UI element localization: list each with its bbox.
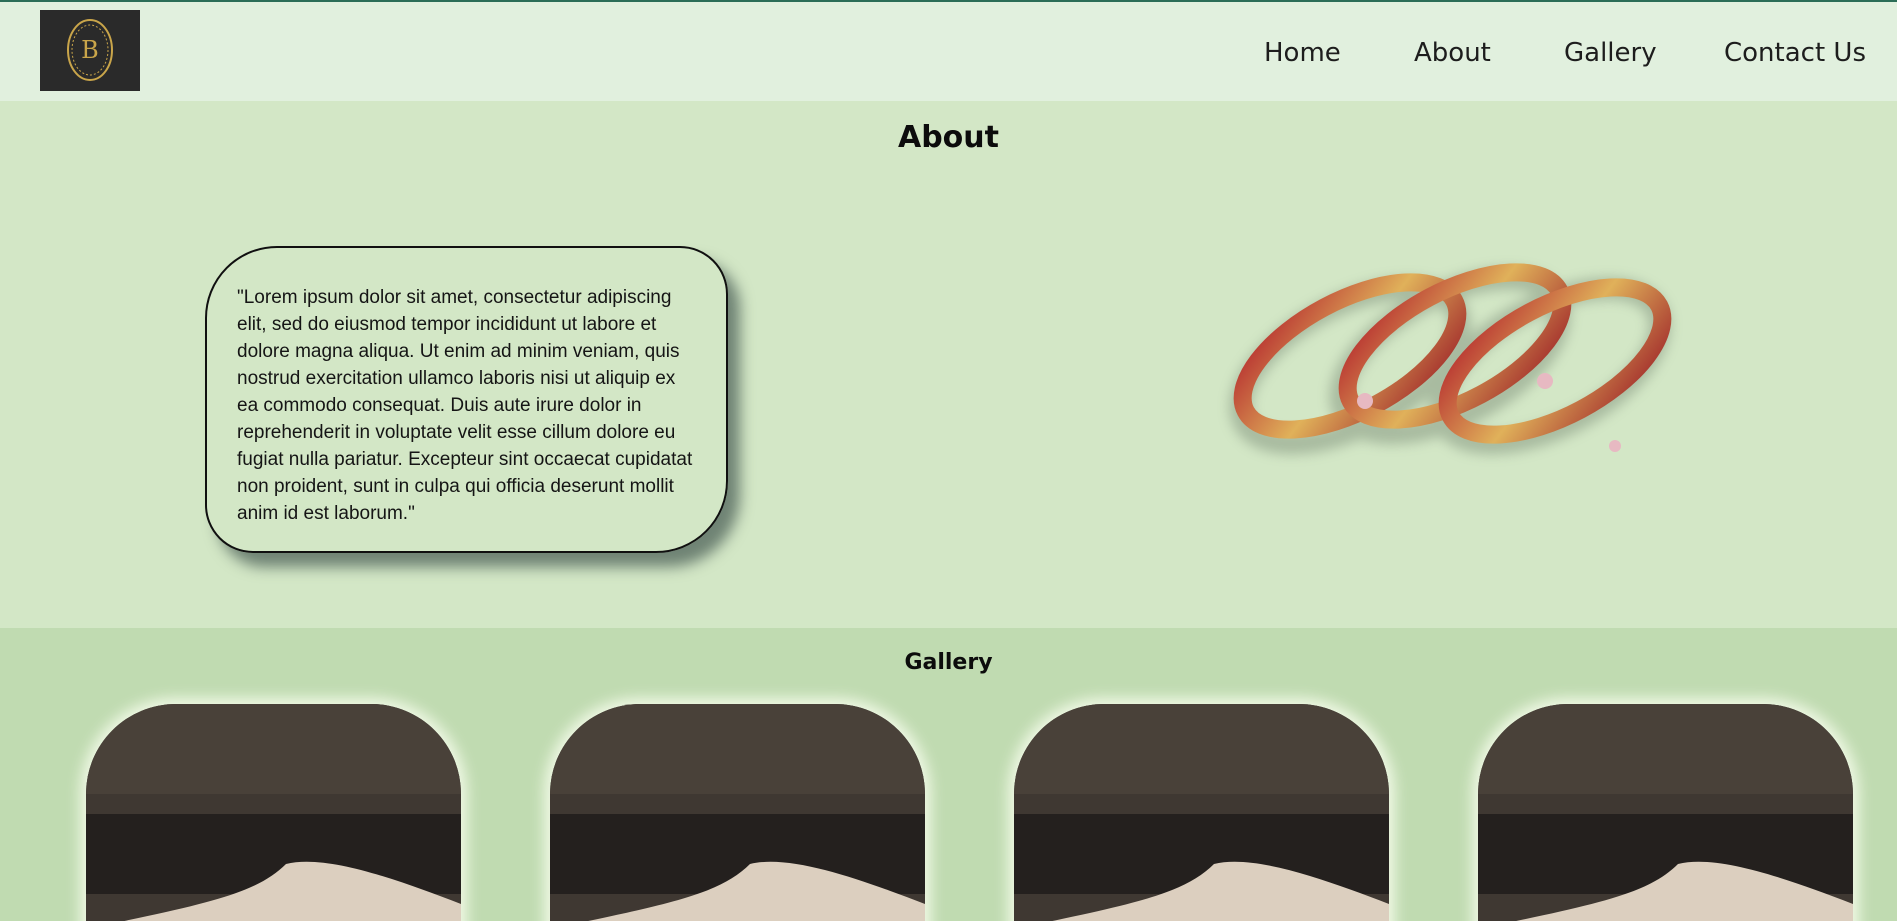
about-title: About — [897, 120, 999, 155]
nav-link-contact[interactable]: Contact Us — [1724, 38, 1866, 68]
about-section: About "Lorem ipsum dolor sit amet, conse… — [0, 101, 1897, 628]
gallery-photo — [86, 704, 461, 921]
navbar: B Home About Gallery Contact Us — [0, 0, 1897, 101]
brand-logo[interactable]: B — [40, 10, 140, 91]
gallery-photo — [1014, 704, 1389, 921]
gallery-item[interactable] — [550, 704, 925, 921]
svg-text:B: B — [81, 36, 99, 64]
gallery-photo — [550, 704, 925, 921]
nav-link-gallery[interactable]: Gallery — [1564, 38, 1657, 68]
nav-link-home[interactable]: Home — [1264, 38, 1341, 68]
logo-emblem-icon: B — [40, 10, 140, 91]
nav-link-about[interactable]: About — [1414, 38, 1491, 68]
about-quote-text: "Lorem ipsum dolor sit amet, consectetur… — [237, 287, 693, 524]
about-quote-card: "Lorem ipsum dolor sit amet, consectetur… — [205, 246, 728, 553]
bangles-image — [1229, 263, 1672, 455]
gallery-item[interactable] — [1014, 704, 1389, 921]
gallery-section: Gallery — [0, 628, 1897, 921]
gallery-title: Gallery — [904, 650, 993, 675]
gallery-photo — [1478, 704, 1853, 921]
gallery-item[interactable] — [1478, 704, 1853, 921]
gallery-item[interactable] — [86, 704, 461, 921]
